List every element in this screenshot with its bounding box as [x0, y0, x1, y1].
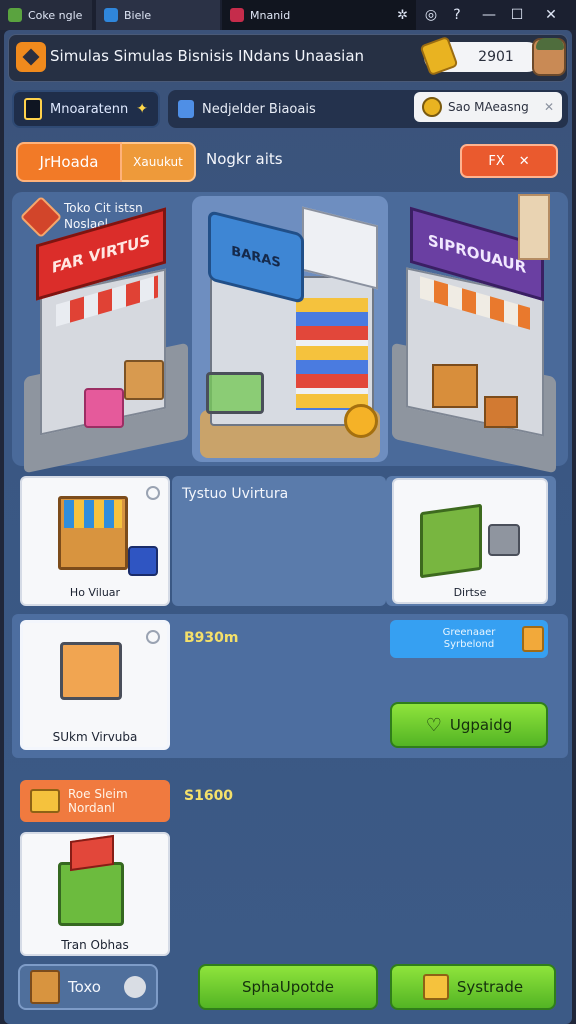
shop-upgrade-label: SphaUpotde [241, 978, 335, 996]
item-1-goods [64, 500, 122, 528]
fx-button-label: FX [488, 153, 505, 169]
mode-selector[interactable]: Mnoaratenn ✦ [12, 90, 160, 128]
gift-box-icon [84, 388, 124, 428]
fx-button[interactable]: FX ✕ [460, 144, 558, 178]
settings-gear-icon[interactable]: ✲ [397, 8, 408, 23]
store-title-line-1: Toko Cit istsn [64, 201, 143, 215]
browser-tab-3-label: Mnanid [250, 8, 291, 22]
produce-cart-icon [58, 862, 124, 926]
browser-tab-2[interactable]: Biele [96, 0, 220, 30]
game-favicon-icon [8, 8, 22, 22]
timer-icon [146, 486, 160, 500]
timer-icon-2 [146, 630, 160, 644]
minimize-icon[interactable]: — [478, 4, 500, 26]
help-icon[interactable]: ? [446, 4, 468, 26]
mode-selector-label: Mnoaratenn [50, 101, 129, 117]
notice-board [518, 194, 550, 260]
close-x-icon: ✕ [518, 153, 530, 169]
system-trade-button[interactable]: Systrade [390, 964, 556, 1010]
right-store-crate-icon [432, 364, 478, 408]
category-price: S1600 [184, 788, 234, 804]
small-crate-icon [484, 396, 518, 428]
info-line-1: Greenaaer [442, 627, 496, 638]
category-line-2: Nordanl [68, 801, 115, 815]
cart-full-icon [60, 642, 122, 700]
browser-tab-3[interactable]: Mnanid ✲ [222, 0, 416, 30]
shopping-cart-icon [206, 372, 264, 414]
browser-tab-1[interactable]: Coke ngle [0, 0, 92, 30]
boxes-icon [30, 970, 60, 1004]
category-badge[interactable]: Roe Sleim Nordanl [20, 780, 170, 822]
close-icon[interactable]: ✕ [540, 4, 562, 26]
upgrade-button[interactable]: ♡ Ugpaidg [390, 702, 548, 748]
system-trade-label: Systrade [456, 978, 524, 996]
item-3-label: SUkm Virvuba [52, 730, 138, 744]
search-field[interactable]: Sao MAeasng ✕ [414, 92, 562, 122]
store-building-icon [178, 100, 194, 118]
produce-sign [70, 834, 114, 872]
player-avatar[interactable] [532, 38, 566, 76]
browser-tab-1-label: Coke ngle [28, 8, 83, 22]
search-value: Sao MAeasng [448, 100, 529, 114]
store-selector-label: Nedjelder Biaoais [202, 101, 316, 117]
shelf-goods [296, 298, 368, 410]
maximize-icon[interactable]: ☐ [506, 4, 528, 26]
camera-icon[interactable]: ◎ [420, 4, 442, 26]
item-description-title: Tystuo Uvirtura [182, 486, 289, 502]
upgrade-button-label: Ugpaidg [449, 716, 513, 734]
info-button-text: Greenaaer Syrbelond [443, 627, 496, 651]
game-logo-icon [16, 42, 46, 72]
suitcase-icon [128, 546, 158, 576]
jar-icon [522, 626, 544, 652]
item-2-label: Dirtse [453, 586, 487, 599]
category-badge-text: Roe Sleim Nordanl [68, 787, 128, 815]
tab-second[interactable]: Xauukut [122, 142, 196, 182]
inventory-button[interactable]: Toxo [18, 964, 158, 1010]
trade-box-icon [422, 974, 449, 1000]
arrow-icon [124, 976, 146, 998]
shop-upgrade-button[interactable]: SphaUpotde [198, 964, 378, 1010]
tab-active[interactable]: JrHoada [16, 142, 122, 182]
game-title: Simulas Simulas Bisnisis INdans Unaasian [50, 47, 365, 65]
browser-tab-2-label: Biele [124, 8, 152, 22]
book-icon [30, 789, 60, 813]
star-icon: ✦ [136, 101, 148, 117]
ruby-favicon-icon [230, 8, 244, 22]
item-3-price: B930m [184, 630, 239, 646]
coin-stack-icon [344, 404, 378, 438]
crate-icon [124, 360, 164, 400]
item-1-label: Ho Viluar [69, 586, 121, 599]
trolley-icon [488, 524, 520, 556]
search-icon [422, 97, 442, 117]
clear-icon[interactable]: ✕ [544, 100, 554, 114]
phone-icon [24, 98, 42, 120]
category-line-1: Roe Sleim [68, 787, 128, 801]
app-favicon-icon [104, 8, 118, 22]
item-4-label: Tran Obhas [61, 938, 129, 952]
info-line-2: Syrbelond [443, 639, 495, 650]
heart-icon: ♡ [425, 714, 442, 736]
inventory-label: Toxo [68, 978, 101, 996]
tab-section-label: Nogkr aits [206, 150, 283, 168]
green-crate-icon [420, 503, 482, 579]
